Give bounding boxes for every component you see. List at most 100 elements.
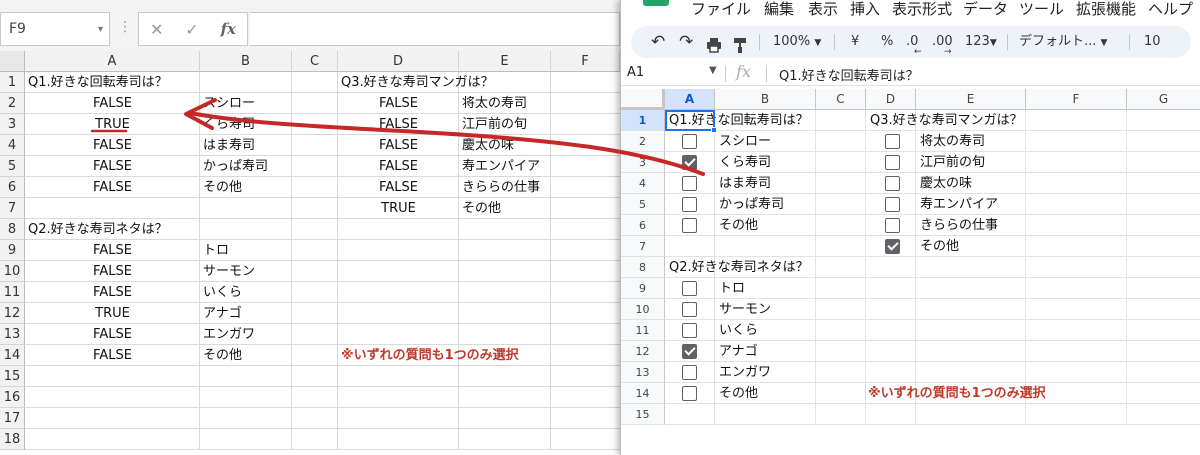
sheets-cell-b4[interactable]: はま寿司 bbox=[719, 173, 771, 194]
menu-data[interactable]: データ bbox=[963, 0, 1008, 19]
sheets-cell-a8[interactable]: Q2.好きな寿司ネタは？ bbox=[669, 257, 809, 278]
formula-input[interactable]: Q1.好きな回転寿司は？ bbox=[779, 65, 919, 84]
excel-row-header-11[interactable]: 11 bbox=[0, 282, 25, 303]
sheets-row-header-14[interactable]: 14 bbox=[621, 383, 665, 404]
sheets-cell-b13[interactable]: エンガワ bbox=[719, 362, 771, 383]
fill-handle[interactable] bbox=[711, 127, 717, 133]
excel-cell-b10[interactable]: サーモン bbox=[203, 261, 255, 282]
sheets-row-header-13[interactable]: 13 bbox=[621, 362, 665, 383]
sheets-cell-e4[interactable]: 慶太の味 bbox=[920, 173, 972, 194]
excel-cell-e3[interactable]: 江戸前の旬 bbox=[462, 114, 527, 135]
excel-row-header-7[interactable]: 7 bbox=[0, 198, 25, 219]
excel-row-header-12[interactable]: 12 bbox=[0, 303, 25, 324]
select-all-corner[interactable] bbox=[621, 89, 665, 110]
excel-cell-b3[interactable]: くら寿司 bbox=[203, 114, 255, 135]
insert-function-icon[interactable]: fx bbox=[221, 20, 236, 38]
checkbox-q1-4[interactable] bbox=[682, 197, 697, 212]
checkbox-q3-5[interactable] bbox=[885, 218, 900, 233]
excel-row-header-8[interactable]: 8 bbox=[0, 219, 25, 240]
redo-icon[interactable]: ↷ bbox=[679, 26, 693, 58]
currency-format-button[interactable]: ¥ bbox=[851, 26, 859, 58]
excel-cell-a6[interactable]: FALSE bbox=[25, 177, 200, 198]
excel-cell-a4[interactable]: FALSE bbox=[25, 135, 200, 156]
sheets-cell-b12[interactable]: アナゴ bbox=[719, 341, 758, 362]
check-icon[interactable]: ✓ bbox=[185, 20, 198, 39]
sheets-cell-d1[interactable]: Q3.好きな寿司マンガは？ bbox=[870, 110, 1023, 131]
checkbox-q2-4[interactable] bbox=[682, 344, 697, 359]
excel-cell-b6[interactable]: その他 bbox=[203, 177, 242, 198]
excel-formula-input[interactable] bbox=[250, 12, 620, 46]
menu-file[interactable]: ファイル bbox=[691, 0, 751, 19]
excel-row-header-18[interactable]: 18 bbox=[0, 429, 25, 450]
checkbox-q3-1[interactable] bbox=[885, 134, 900, 149]
sheets-cell-b5[interactable]: かっぱ寿司 bbox=[719, 194, 784, 215]
excel-row-header-6[interactable]: 6 bbox=[0, 177, 25, 198]
sheets-cell-b9[interactable]: トロ bbox=[719, 278, 745, 299]
excel-row-header-13[interactable]: 13 bbox=[0, 324, 25, 345]
sheets-row-header-1[interactable]: 1 bbox=[621, 110, 665, 131]
number-format-select[interactable]: 123▼ bbox=[965, 26, 997, 58]
sheets-col-header-c[interactable]: C bbox=[816, 89, 866, 110]
excel-cell-d6[interactable]: FALSE bbox=[338, 177, 459, 198]
excel-row-header-1[interactable]: 1 bbox=[0, 72, 25, 93]
excel-row-header-17[interactable]: 17 bbox=[0, 408, 25, 429]
menu-help[interactable]: ヘルプ bbox=[1148, 0, 1193, 19]
excel-cell-a9[interactable]: FALSE bbox=[25, 240, 200, 261]
sheets-cell-e5[interactable]: 寿エンパイア bbox=[920, 194, 998, 215]
excel-cell-a5[interactable]: FALSE bbox=[25, 156, 200, 177]
checkbox-q2-1[interactable] bbox=[682, 281, 697, 296]
excel-cell-b13[interactable]: エンガワ bbox=[203, 324, 255, 345]
sheets-row-header-2[interactable]: 2 bbox=[621, 131, 665, 152]
sheets-col-header-f[interactable]: F bbox=[1026, 89, 1127, 110]
excel-cell-d3[interactable]: FALSE bbox=[338, 114, 459, 135]
excel-cell-a12[interactable]: TRUE bbox=[25, 303, 200, 324]
excel-col-header-b[interactable]: B bbox=[200, 51, 292, 72]
excel-cell-b14[interactable]: その他 bbox=[203, 345, 242, 366]
checkbox-q2-5[interactable] bbox=[682, 365, 697, 380]
menu-view[interactable]: 表示 bbox=[808, 0, 838, 19]
sheets-cell-b10[interactable]: サーモン bbox=[719, 299, 771, 320]
excel-cell-a10[interactable]: FALSE bbox=[25, 261, 200, 282]
excel-row-header-9[interactable]: 9 bbox=[0, 240, 25, 261]
excel-cell-a14[interactable]: FALSE bbox=[25, 345, 200, 366]
checkbox-q2-6[interactable] bbox=[682, 386, 697, 401]
excel-cell-a3[interactable]: TRUE bbox=[25, 114, 200, 135]
sheets-row-header-6[interactable]: 6 bbox=[621, 215, 665, 236]
checkbox-q1-3[interactable] bbox=[682, 176, 697, 191]
sheets-cell-e3[interactable]: 江戸前の旬 bbox=[920, 152, 985, 173]
excel-cell-d1[interactable]: Q3.好きな寿司マンガは？ bbox=[341, 72, 494, 93]
excel-row-header-4[interactable]: 4 bbox=[0, 135, 25, 156]
menu-insert[interactable]: 挿入 bbox=[850, 0, 880, 19]
sheets-cell-d14[interactable]: ※いずれの質問も1つのみ選択 bbox=[868, 383, 1046, 404]
excel-cell-e5[interactable]: 寿エンパイア bbox=[462, 156, 540, 177]
excel-cell-b2[interactable]: スシロー bbox=[203, 93, 255, 114]
sheets-row-header-4[interactable]: 4 bbox=[621, 173, 665, 194]
excel-row-header-14[interactable]: 14 bbox=[0, 345, 25, 366]
sheets-col-header-b[interactable]: B bbox=[715, 89, 816, 110]
checkbox-q2-2[interactable] bbox=[682, 302, 697, 317]
excel-row-header-16[interactable]: 16 bbox=[0, 387, 25, 408]
paint-format-icon[interactable] bbox=[733, 34, 747, 53]
sheets-row-header-10[interactable]: 10 bbox=[621, 299, 665, 320]
excel-row-header-3[interactable]: 3 bbox=[0, 114, 25, 135]
decrease-decimal-button[interactable]: .0 ← bbox=[906, 26, 922, 58]
sheets-col-header-a[interactable]: A bbox=[665, 89, 715, 110]
excel-cell-b4[interactable]: はま寿司 bbox=[203, 135, 255, 156]
sheets-logo-icon[interactable] bbox=[643, 0, 669, 6]
sheets-row-header-7[interactable]: 7 bbox=[621, 236, 665, 257]
font-family-select[interactable]: デフォルト... ▼ bbox=[1019, 26, 1107, 58]
checkbox-q1-1[interactable] bbox=[682, 134, 697, 149]
excel-cell-e2[interactable]: 将太の寿司 bbox=[462, 93, 527, 114]
chevron-down-icon[interactable]: ▾ bbox=[98, 24, 103, 35]
zoom-select[interactable]: 100% ▼ bbox=[773, 26, 821, 58]
sheets-row-header-15[interactable]: 15 bbox=[621, 404, 665, 425]
excel-cell-b5[interactable]: かっぱ寿司 bbox=[203, 156, 268, 177]
excel-cell-b11[interactable]: いくら bbox=[203, 282, 242, 303]
checkbox-q1-2[interactable] bbox=[682, 155, 697, 170]
excel-name-box[interactable]: F9 ▾ bbox=[0, 12, 110, 46]
checkbox-q3-2[interactable] bbox=[885, 155, 900, 170]
excel-cell-d7[interactable]: TRUE bbox=[338, 198, 459, 219]
excel-cell-a8[interactable]: Q2.好きな寿司ネタは？ bbox=[28, 219, 168, 240]
sheets-cell-b2[interactable]: スシロー bbox=[719, 131, 771, 152]
excel-row-header-2[interactable]: 2 bbox=[0, 93, 25, 114]
